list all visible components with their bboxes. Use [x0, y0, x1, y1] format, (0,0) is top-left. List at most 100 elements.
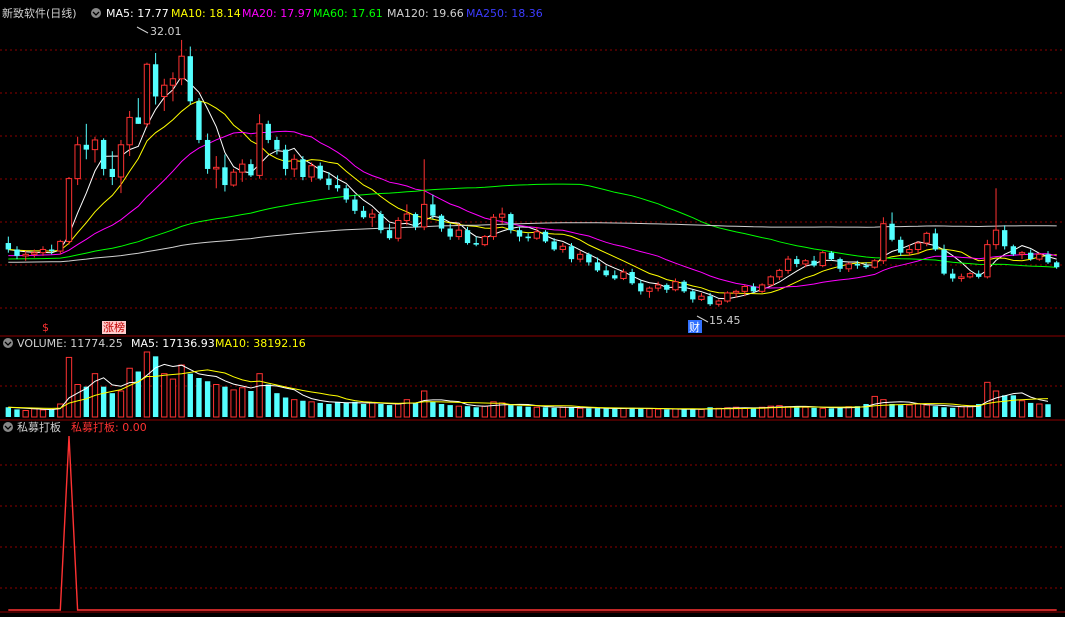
candle-body: [932, 233, 939, 250]
candle-body: [169, 78, 177, 86]
volume-bar: [1036, 403, 1043, 418]
volume-bar: [109, 393, 115, 417]
candle-body: [386, 230, 393, 239]
candle-body: [837, 259, 843, 269]
candle-body: [91, 139, 99, 151]
volume-bar: [629, 407, 635, 417]
volume-bar: [230, 389, 237, 418]
volume-bar: [473, 407, 479, 417]
volume-bar: [576, 407, 584, 418]
volume-bar: [559, 406, 567, 418]
candle-body: [750, 286, 757, 292]
volume-bar: [950, 407, 956, 417]
volume-bar: [421, 390, 428, 418]
candle-body: [802, 260, 809, 265]
candle-body: [966, 273, 974, 278]
candle-body: [741, 286, 748, 292]
candle-body: [646, 287, 653, 292]
volume-label: VOLUME: 11774.25: [17, 337, 123, 350]
candle-body: [403, 213, 411, 221]
volume-bar: [898, 405, 904, 417]
candle-body: [1036, 253, 1043, 260]
stock-chart[interactable]: 新致软件(日线) MA5: 17.77 MA10: 18.14 MA20: 17…: [0, 0, 1065, 617]
volume-bar: [481, 405, 489, 418]
volume-bar: [126, 367, 133, 418]
candle-body: [638, 283, 644, 292]
collapse-icon[interactable]: [91, 8, 101, 18]
candle-body: [958, 276, 965, 279]
candle-body: [923, 232, 930, 244]
volume-bar: [412, 402, 419, 417]
candle-body: [898, 239, 904, 253]
candle-body: [126, 116, 133, 146]
candle-body: [776, 269, 783, 278]
volume-bar: [395, 403, 402, 418]
volume-bar: [334, 401, 341, 417]
candle-body: [542, 231, 549, 242]
candle-body: [412, 214, 419, 227]
candle-body: [204, 139, 211, 169]
volume-bar: [282, 397, 289, 417]
volume-bar: [811, 407, 817, 417]
candle-body: [265, 123, 271, 140]
volume-bar: [1045, 404, 1051, 417]
candle-body: [31, 252, 38, 255]
volume-bar: [447, 405, 453, 417]
candle-body: [612, 275, 618, 279]
volume-bar: [403, 399, 411, 418]
candle-body: [248, 164, 254, 176]
volume-bar: [204, 381, 211, 417]
candle-body: [586, 254, 592, 263]
indicator-collapse-icon[interactable]: [3, 422, 13, 432]
volume-bar: [274, 393, 280, 417]
volume-bar: [117, 390, 125, 418]
volume-bar: [352, 401, 358, 417]
candle-body: [464, 230, 471, 244]
candle-body: [352, 199, 358, 211]
volume-bar: [594, 408, 601, 417]
volume-bar: [681, 409, 687, 417]
candle-body: [1018, 252, 1026, 255]
candle-body: [222, 167, 228, 186]
candle-body: [871, 260, 878, 268]
volume-bar: [984, 381, 991, 418]
volume-bar: [845, 406, 852, 418]
candle-body: [681, 281, 687, 292]
candle-body: [1045, 254, 1051, 263]
volume-bar: [828, 408, 835, 417]
candle-body: [551, 241, 557, 250]
candle-body: [914, 242, 922, 250]
candle-body: [455, 229, 463, 238]
volume-bar: [1027, 402, 1034, 417]
candle-body: [100, 139, 107, 169]
candle-body: [187, 56, 193, 102]
candle-body: [794, 259, 800, 264]
zhangbang-tag: 涨榜: [103, 320, 125, 334]
candle-body: [282, 149, 289, 169]
volume-ma5-label: MA5: 17136.93: [131, 337, 215, 350]
candle-body: [950, 273, 956, 279]
volume-bar: [889, 404, 895, 417]
volume-bar: [741, 407, 748, 418]
candle-body: [880, 223, 887, 262]
volume-bar: [784, 406, 792, 418]
volume-bar: [750, 407, 757, 417]
candle-body: [1027, 252, 1034, 260]
candle-body: [690, 291, 696, 300]
candle-body: [421, 203, 428, 228]
volume-bar: [941, 407, 947, 417]
candle-body: [438, 215, 445, 229]
volume-bar: [265, 384, 271, 417]
volume-bar: [161, 373, 168, 418]
candle-body: [603, 270, 609, 276]
candle-body: [74, 144, 81, 180]
candle-body: [239, 163, 246, 173]
candle-body: [819, 252, 826, 267]
volume-collapse-icon[interactable]: [3, 338, 13, 348]
volume-bar: [802, 406, 809, 418]
ma250-label: MA250: 18.36: [466, 7, 543, 20]
candle-body: [317, 165, 323, 179]
volume-bar: [213, 384, 220, 418]
candle-body: [941, 249, 947, 274]
ma20-label: MA20: 17.97: [242, 7, 312, 20]
